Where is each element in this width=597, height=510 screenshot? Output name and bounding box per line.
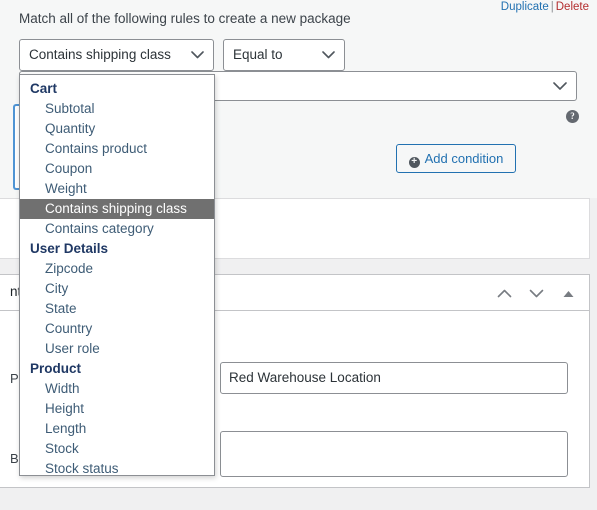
- rule-actions: Duplicate | Delete: [501, 0, 589, 14]
- dropdown-option[interactable]: State: [20, 299, 214, 319]
- condition-operator-select[interactable]: Equal to: [223, 39, 345, 71]
- condition-field-select[interactable]: Contains shipping class: [19, 39, 214, 71]
- help-icon[interactable]: ?: [566, 110, 579, 123]
- secondary-textarea[interactable]: [220, 431, 568, 477]
- dropdown-option[interactable]: Width: [20, 379, 214, 399]
- dropdown-option[interactable]: City: [20, 279, 214, 299]
- duplicate-link[interactable]: Duplicate: [501, 1, 549, 13]
- chevron-down-icon: [553, 72, 567, 100]
- warehouse-location-input[interactable]: Red Warehouse Location: [220, 362, 568, 394]
- dropdown-option[interactable]: Subtotal: [20, 99, 214, 119]
- dropdown-option[interactable]: Weight: [20, 179, 214, 199]
- dropdown-option[interactable]: Quantity: [20, 119, 214, 139]
- add-condition-button[interactable]: + Add condition: [396, 144, 516, 173]
- condition-field-dropdown[interactable]: Cart Subtotal Quantity Contains product Coup…: [19, 74, 215, 476]
- chevron-down-icon: [322, 40, 335, 70]
- dropdown-option[interactable]: Length: [20, 419, 214, 439]
- dropdown-option[interactable]: Stock: [20, 439, 214, 459]
- dropdown-option[interactable]: User role: [20, 339, 214, 359]
- field-label-2: B: [10, 451, 19, 466]
- rule-heading: Match all of the following rules to crea…: [19, 11, 351, 26]
- plus-circle-icon: +: [408, 157, 420, 168]
- screen-root: Duplicate | Delete Match all of the follow…: [0, 0, 597, 510]
- move-up-icon[interactable]: [491, 287, 517, 300]
- dropdown-option[interactable]: Zipcode: [20, 259, 214, 279]
- delete-link[interactable]: Delete: [556, 1, 589, 13]
- metabox-controls: [491, 275, 581, 311]
- chevron-down-icon: [191, 40, 204, 70]
- dropdown-option-list: Cart Subtotal Quantity Contains product Coup…: [20, 75, 214, 475]
- dropdown-option[interactable]: Contains product: [20, 139, 214, 159]
- dropdown-group-label: Product: [30, 361, 82, 376]
- condition-field-select-value: Contains shipping class: [29, 47, 171, 62]
- dropdown-group-label: Cart: [30, 81, 58, 96]
- dropdown-option[interactable]: Coupon: [20, 159, 214, 179]
- add-condition-label: Add condition: [424, 151, 504, 166]
- dropdown-option[interactable]: Height: [20, 399, 214, 419]
- dropdown-option[interactable]: Contains shipping class: [20, 199, 214, 219]
- move-down-icon[interactable]: [523, 287, 549, 300]
- condition-operator-select-value: Equal to: [233, 47, 283, 62]
- link-separator: |: [550, 1, 554, 13]
- dropdown-option[interactable]: Contains category: [20, 219, 214, 239]
- dropdown-option[interactable]: Stock status: [20, 459, 214, 475]
- dropdown-group-label: User Details: [30, 241, 109, 256]
- toggle-panel-icon[interactable]: [555, 287, 581, 300]
- field-label-1: P: [10, 371, 19, 386]
- dropdown-option[interactable]: Country: [20, 319, 214, 339]
